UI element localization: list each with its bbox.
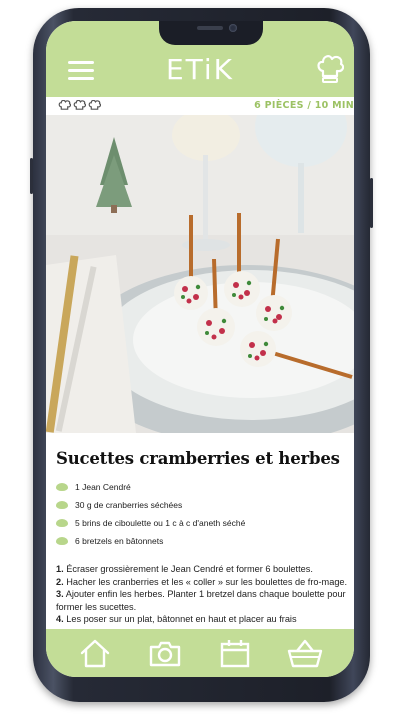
- ingredient-item: 30 g de cranberries séchées: [56, 496, 350, 514]
- menu-icon[interactable]: [68, 61, 94, 81]
- home-icon: [80, 639, 110, 668]
- ingredient-list: 1 Jean Cendré 30 g de cranberries séchée…: [56, 478, 350, 550]
- step-item: 3. Ajouter enfin les herbes. Planter 1 b…: [56, 589, 346, 612]
- ingredient-item: 1 Jean Cendré: [56, 478, 350, 496]
- basket-icon: [287, 639, 323, 668]
- tab-camera[interactable]: [145, 635, 185, 671]
- chef-hat-icon: [58, 100, 71, 110]
- calendar-icon: [220, 640, 250, 668]
- leaf-bullet-icon: [56, 519, 68, 527]
- tab-calendar[interactable]: [215, 635, 255, 671]
- power-button: [370, 178, 373, 228]
- step-item: 1. Écraser grossièrement le Jean Cendré …: [56, 564, 313, 574]
- app-screen: ETiK 6 PIÈCES / 10 MIN Sucettes cramberr…: [46, 21, 354, 677]
- leaf-bullet-icon: [56, 501, 68, 509]
- notch: [159, 21, 263, 45]
- ingredient-item: 6 bretzels en bâtonnets: [56, 532, 350, 550]
- chef-hat-icon[interactable]: [316, 54, 344, 84]
- front-camera: [229, 24, 237, 32]
- app-logo: ETiK: [165, 53, 235, 86]
- volume-button: [30, 158, 33, 194]
- bottom-nav: [46, 629, 354, 677]
- recipe-steps: 1. Écraser grossièrement le Jean Cendré …: [56, 563, 350, 626]
- recipe-info-bar: 6 PIÈCES / 10 MIN: [46, 97, 354, 115]
- leaf-bullet-icon: [56, 483, 68, 491]
- step-item: 4. Les poser sur un plat, bâtonnet en ha…: [56, 614, 297, 625]
- recipe-content: Sucettes cramberries et herbes 1 Jean Ce…: [56, 433, 350, 626]
- leaf-bullet-icon: [56, 537, 68, 545]
- camera-icon: [149, 641, 181, 667]
- difficulty-rating: [58, 100, 101, 111]
- recipe-photo: [46, 115, 354, 433]
- portions-time: 6 PIÈCES / 10 MIN: [254, 100, 354, 111]
- chef-hat-icon: [88, 100, 101, 110]
- step-item: 2. Hacher les cranberries et les « colle…: [56, 576, 348, 587]
- chef-hat-icon: [73, 100, 86, 110]
- recipe-title: Sucettes cramberries et herbes: [56, 449, 340, 468]
- tab-basket[interactable]: [285, 635, 325, 671]
- speaker: [197, 26, 223, 30]
- ingredient-item: 5 brins de ciboulette ou 1 c à c d'aneth…: [56, 514, 350, 532]
- tab-home[interactable]: [75, 635, 115, 671]
